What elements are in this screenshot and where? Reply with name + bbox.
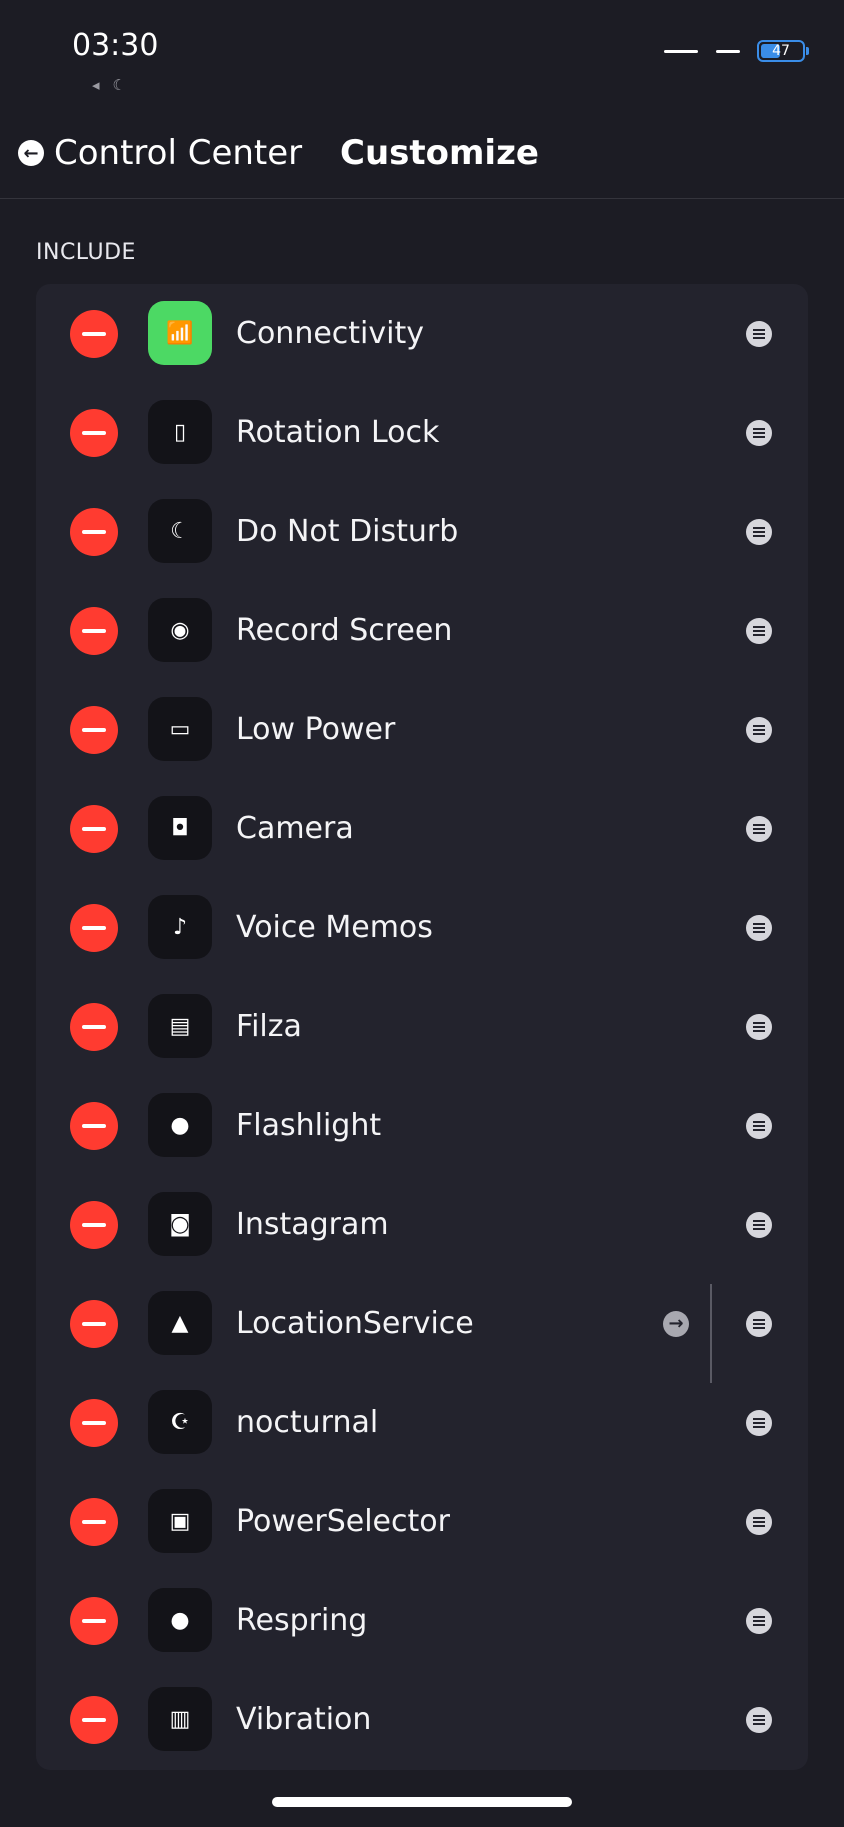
reorder-handle-icon[interactable] bbox=[746, 519, 772, 545]
back-button[interactable]: ← Control Center bbox=[18, 128, 302, 178]
record-icon: ◉ bbox=[148, 598, 212, 662]
page-title: Customize bbox=[340, 133, 539, 173]
list-item: ▣ PowerSelector bbox=[36, 1472, 808, 1571]
list-item-label: Connectivity bbox=[236, 316, 424, 351]
list-item: ♪ Voice Memos bbox=[36, 878, 808, 977]
reorder-handle-icon[interactable] bbox=[746, 618, 772, 644]
list-item-label: Camera bbox=[236, 811, 354, 846]
folder-icon: ▤ bbox=[148, 994, 212, 1058]
list-item: ◘ Camera bbox=[36, 779, 808, 878]
remove-button[interactable] bbox=[70, 1696, 118, 1744]
list-item: ▥ Vibration bbox=[36, 1670, 808, 1769]
battery-icon: 47 bbox=[757, 40, 805, 62]
list-item-label: Rotation Lock bbox=[236, 415, 440, 450]
list-item-label: LocationService bbox=[236, 1306, 474, 1341]
reorder-handle-icon[interactable] bbox=[746, 915, 772, 941]
reorder-handle-icon[interactable] bbox=[746, 1014, 772, 1040]
reorder-handle-icon[interactable] bbox=[746, 1509, 772, 1535]
list-item-label: Vibration bbox=[236, 1702, 372, 1737]
flame-icon: ● bbox=[148, 1588, 212, 1652]
remove-button[interactable] bbox=[70, 409, 118, 457]
moon-icon: ☾ bbox=[148, 499, 212, 563]
remove-button[interactable] bbox=[70, 1498, 118, 1546]
remove-button[interactable] bbox=[70, 1102, 118, 1150]
rotation-lock-icon: ▯ bbox=[148, 400, 212, 464]
battery-nub bbox=[806, 47, 809, 55]
list-item-label: Do Not Disturb bbox=[236, 514, 459, 549]
reorder-handle-icon[interactable] bbox=[746, 1113, 772, 1139]
remove-button[interactable] bbox=[70, 310, 118, 358]
reorder-handle-icon[interactable] bbox=[746, 1410, 772, 1436]
list-item: ▲ LocationService → bbox=[36, 1274, 808, 1383]
list-item: ☾ Do Not Disturb bbox=[36, 482, 808, 581]
list-item-label: PowerSelector bbox=[236, 1504, 450, 1539]
remove-button[interactable] bbox=[70, 508, 118, 556]
list-item: ● Respring bbox=[36, 1571, 808, 1670]
arrow-left-circle-icon: ← bbox=[18, 140, 44, 166]
battery-icon: ▭ bbox=[148, 697, 212, 761]
list-item: ● Flashlight bbox=[36, 1076, 808, 1175]
list-item-label: Instagram bbox=[236, 1207, 389, 1242]
navigation-bar: ← Control Center Customize bbox=[0, 110, 844, 199]
list-item: ▯ Rotation Lock bbox=[36, 383, 808, 482]
flashlight-icon: ● bbox=[148, 1093, 212, 1157]
list-item: 📶 Connectivity bbox=[36, 284, 808, 383]
list-item-label: Respring bbox=[236, 1603, 368, 1638]
instagram-icon: ◙ bbox=[148, 1192, 212, 1256]
list-item: ☪ nocturnal bbox=[36, 1373, 808, 1472]
list-item-label: Low Power bbox=[236, 712, 396, 747]
back-label: Control Center bbox=[54, 133, 303, 173]
reorder-handle-icon[interactable] bbox=[746, 1311, 772, 1337]
remove-button[interactable] bbox=[70, 706, 118, 754]
list-item: ◉ Record Screen bbox=[36, 581, 808, 680]
remove-button[interactable] bbox=[70, 1003, 118, 1051]
moon-star-icon: ☪ bbox=[148, 1390, 212, 1454]
status-bar: 03:30 ◂ ☾ 47 bbox=[0, 0, 844, 110]
signal-bar-icon bbox=[716, 50, 740, 53]
remove-button[interactable] bbox=[70, 1597, 118, 1645]
status-icons: ◂ ☾ bbox=[92, 76, 134, 94]
reorder-handle-icon[interactable] bbox=[746, 1212, 772, 1238]
reorder-handle-icon[interactable] bbox=[746, 321, 772, 347]
reorder-handle-icon[interactable] bbox=[746, 420, 772, 446]
remove-button[interactable] bbox=[70, 1300, 118, 1348]
list-item: ▭ Low Power bbox=[36, 680, 808, 779]
power-selector-icon: ▣ bbox=[148, 1489, 212, 1553]
status-time: 03:30 bbox=[72, 28, 159, 63]
remove-button[interactable] bbox=[70, 805, 118, 853]
reorder-handle-icon[interactable] bbox=[746, 717, 772, 743]
remove-button[interactable] bbox=[70, 607, 118, 655]
microphone-icon: ♪ bbox=[148, 895, 212, 959]
list-item-label: Flashlight bbox=[236, 1108, 382, 1143]
list-item-label: nocturnal bbox=[236, 1405, 379, 1440]
reorder-handle-icon[interactable] bbox=[746, 1707, 772, 1733]
list-item-label: Voice Memos bbox=[236, 910, 433, 945]
home-indicator[interactable] bbox=[272, 1797, 572, 1807]
list-item: ▤ Filza bbox=[36, 977, 808, 1076]
list-item-label: Filza bbox=[236, 1009, 302, 1044]
antenna-icon: 📶 bbox=[148, 301, 212, 365]
moon-icon: ☾ bbox=[112, 76, 126, 94]
remove-button[interactable] bbox=[70, 1201, 118, 1249]
list-item-label: Record Screen bbox=[236, 613, 453, 648]
row-divider bbox=[710, 1284, 712, 1383]
location-arrow-icon: ▲ bbox=[148, 1291, 212, 1355]
battery-text: 47 bbox=[772, 43, 790, 59]
location-muted-icon: ◂ bbox=[92, 76, 100, 94]
reorder-handle-icon[interactable] bbox=[746, 816, 772, 842]
vibration-icon: ▥ bbox=[148, 1687, 212, 1751]
include-list: 📶 Connectivity ▯ Rotation Lock ☾ Do Not Distu… bbox=[36, 284, 808, 1770]
section-header: INCLUDE bbox=[36, 240, 136, 265]
remove-button[interactable] bbox=[70, 1399, 118, 1447]
reorder-handle-icon[interactable] bbox=[746, 1608, 772, 1634]
signal-bar-icon bbox=[664, 50, 698, 53]
list-item: ◙ Instagram bbox=[36, 1175, 808, 1274]
remove-button[interactable] bbox=[70, 904, 118, 952]
camera-icon: ◘ bbox=[148, 796, 212, 860]
arrow-right-circle-icon[interactable]: → bbox=[663, 1311, 689, 1337]
